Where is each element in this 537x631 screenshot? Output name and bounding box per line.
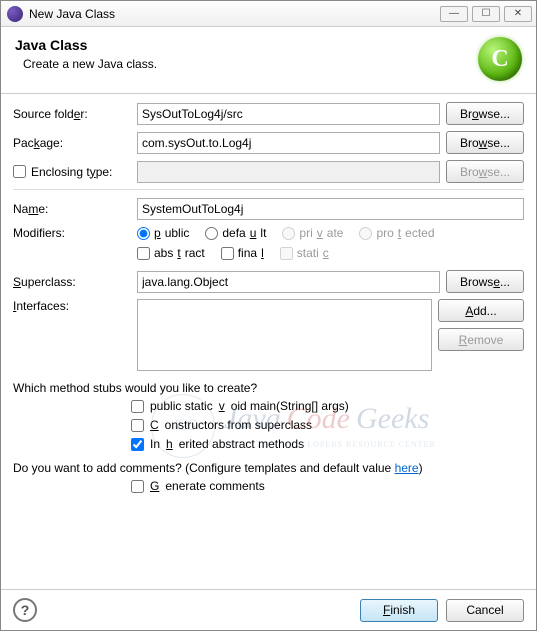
dialog-footer: ? Finish Cancel: [1, 589, 536, 630]
method-stubs-question: Which method stubs would you like to cre…: [13, 381, 524, 395]
interfaces-row: Interfaces: Add... Remove: [13, 299, 524, 371]
name-input[interactable]: [137, 198, 524, 220]
enclosing-type-row: Enclosing type: Browse...: [13, 160, 524, 183]
interfaces-listbox[interactable]: [137, 299, 432, 371]
modifiers-label: Modifiers:: [13, 226, 131, 240]
radio-private: [282, 227, 295, 240]
enclosing-type-checkbox[interactable]: [13, 165, 26, 178]
package-input[interactable]: [137, 132, 440, 154]
stub-constructors[interactable]: Constructors from superclass: [131, 418, 524, 432]
browse-enclosing-button: Browse...: [446, 160, 524, 183]
stub-inherited[interactable]: Inherited abstract methods: [131, 437, 524, 451]
superclass-label: Superclass:: [13, 275, 131, 289]
source-folder-input[interactable]: [137, 103, 440, 125]
modifier-default[interactable]: default: [205, 226, 266, 240]
check-static: [280, 247, 293, 260]
modifiers-row-1: Modifiers: public default private protec…: [13, 226, 524, 240]
browse-package-button[interactable]: Browse...: [446, 131, 524, 154]
modifier-private: private: [282, 226, 343, 240]
superclass-row: Superclass: Browse...: [13, 270, 524, 293]
check-constructors[interactable]: [131, 419, 144, 432]
source-folder-label: Source folder:: [13, 107, 131, 121]
modifiers-row-2: abstract final static: [13, 246, 524, 260]
radio-public[interactable]: [137, 227, 150, 240]
modifier-static: static: [280, 246, 329, 260]
close-button[interactable]: ✕: [504, 6, 532, 22]
check-inherited[interactable]: [131, 438, 144, 451]
package-label: Package:: [13, 136, 131, 150]
check-generate-comments[interactable]: [131, 480, 144, 493]
window-title: New Java Class: [29, 7, 436, 21]
modifier-protected: protected: [359, 226, 434, 240]
check-abstract[interactable]: [137, 247, 150, 260]
minimize-button[interactable]: —: [440, 6, 468, 22]
finish-button[interactable]: Finish: [360, 599, 438, 622]
help-icon[interactable]: ?: [13, 598, 37, 622]
package-row: Package: Browse...: [13, 131, 524, 154]
browse-superclass-button[interactable]: Browse...: [446, 270, 524, 293]
add-interface-button[interactable]: Add...: [438, 299, 524, 322]
interfaces-label: Interfaces:: [13, 299, 131, 313]
app-icon: [7, 6, 23, 22]
separator-1: [13, 189, 524, 190]
modifier-public[interactable]: public: [137, 226, 189, 240]
radio-default[interactable]: [205, 227, 218, 240]
superclass-input[interactable]: [137, 271, 440, 293]
enclosing-type-input: [137, 161, 440, 183]
dialog-window: New Java Class — ☐ ✕ Java Class Create a…: [0, 0, 537, 631]
generate-comments[interactable]: Generate comments: [131, 479, 524, 493]
browse-source-folder-button[interactable]: Browse...: [446, 102, 524, 125]
check-final[interactable]: [221, 247, 234, 260]
maximize-button[interactable]: ☐: [472, 6, 500, 22]
modifier-abstract[interactable]: abstract: [137, 246, 205, 260]
enclosing-type-check-label[interactable]: Enclosing type:: [13, 165, 131, 179]
remove-interface-button: Remove: [438, 328, 524, 351]
configure-templates-link[interactable]: here: [395, 461, 419, 475]
source-folder-row: Source folder: Browse...: [13, 102, 524, 125]
class-wizard-icon: C: [478, 37, 522, 81]
wizard-banner: Java Class Create a new Java class. C: [1, 27, 536, 94]
title-bar: New Java Class — ☐ ✕: [1, 1, 536, 27]
radio-protected: [359, 227, 372, 240]
modifier-final[interactable]: final: [221, 246, 264, 260]
cancel-button[interactable]: Cancel: [446, 599, 524, 622]
banner-subtitle: Create a new Java class.: [15, 57, 478, 71]
comments-question: Do you want to add comments? (Configure …: [13, 461, 524, 475]
stub-main[interactable]: public static void main(String[] args): [131, 399, 524, 413]
name-row: Name:: [13, 198, 524, 220]
form-body: Java Code Geeks Java 2 Java Developers R…: [1, 94, 536, 589]
check-main[interactable]: [131, 400, 144, 413]
banner-heading: Java Class: [15, 37, 478, 53]
name-label: Name:: [13, 202, 131, 216]
